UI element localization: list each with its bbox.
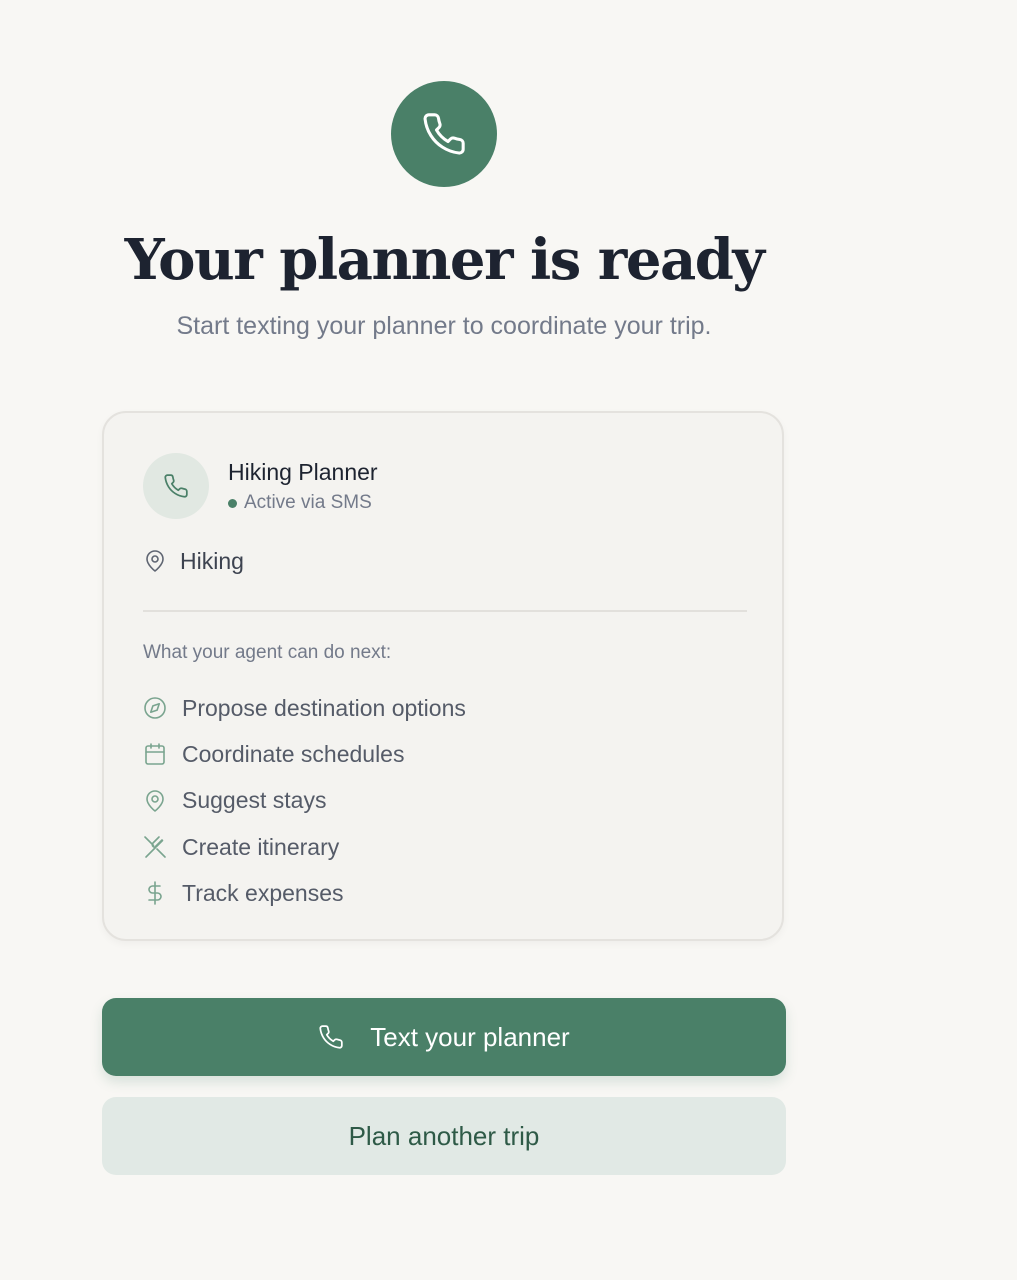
- capability-item: Create itinerary: [143, 824, 466, 870]
- page-title: Your planner is ready: [124, 227, 765, 293]
- compass-icon: [143, 696, 167, 720]
- capability-label: Track expenses: [182, 879, 344, 906]
- planner-status: Active via SMS: [228, 490, 372, 516]
- calendar-icon: [143, 742, 167, 766]
- capability-item: Suggest stays: [143, 778, 466, 824]
- status-text: Active via SMS: [244, 492, 372, 513]
- phone-icon: [163, 473, 189, 499]
- planner-card: Hiking Planner Active via SMS Hiking Wha…: [102, 411, 784, 941]
- location-text: Hiking: [180, 548, 244, 574]
- capability-item: Coordinate schedules: [143, 731, 466, 777]
- map-pin-icon: [143, 549, 167, 573]
- text-planner-button[interactable]: Text your planner: [102, 998, 786, 1076]
- capability-label: Propose destination options: [182, 694, 466, 721]
- capability-label: Create itinerary: [182, 833, 340, 860]
- hero-phone-badge: [391, 81, 497, 187]
- next-steps-label: What your agent can do next:: [143, 642, 392, 663]
- card-divider: [143, 610, 747, 612]
- capability-list: Propose destination options Coordinate s…: [143, 685, 466, 916]
- planner-location: Hiking: [143, 546, 244, 576]
- plan-another-trip-label: Plan another trip: [348, 1120, 540, 1151]
- page-subtitle: Start texting your planner to coordinate…: [176, 312, 712, 340]
- capability-label: Suggest stays: [182, 787, 327, 814]
- plan-another-trip-button[interactable]: Plan another trip: [102, 1097, 786, 1175]
- phone-icon: [421, 111, 467, 157]
- phone-icon: [318, 1024, 344, 1050]
- dollar-icon: [143, 881, 167, 906]
- status-dot: [228, 498, 237, 508]
- planner-avatar: [143, 453, 209, 519]
- capability-item: Propose destination options: [143, 685, 466, 731]
- capability-item: Track expenses: [143, 870, 466, 916]
- capability-label: Coordinate schedules: [182, 740, 405, 767]
- page: Your planner is ready Start texting your…: [0, 0, 1017, 1280]
- utensils-icon: [143, 835, 167, 859]
- map-pin-icon: [143, 789, 167, 813]
- planner-name: Hiking Planner: [228, 459, 378, 485]
- text-planner-label: Text your planner: [370, 1021, 570, 1052]
